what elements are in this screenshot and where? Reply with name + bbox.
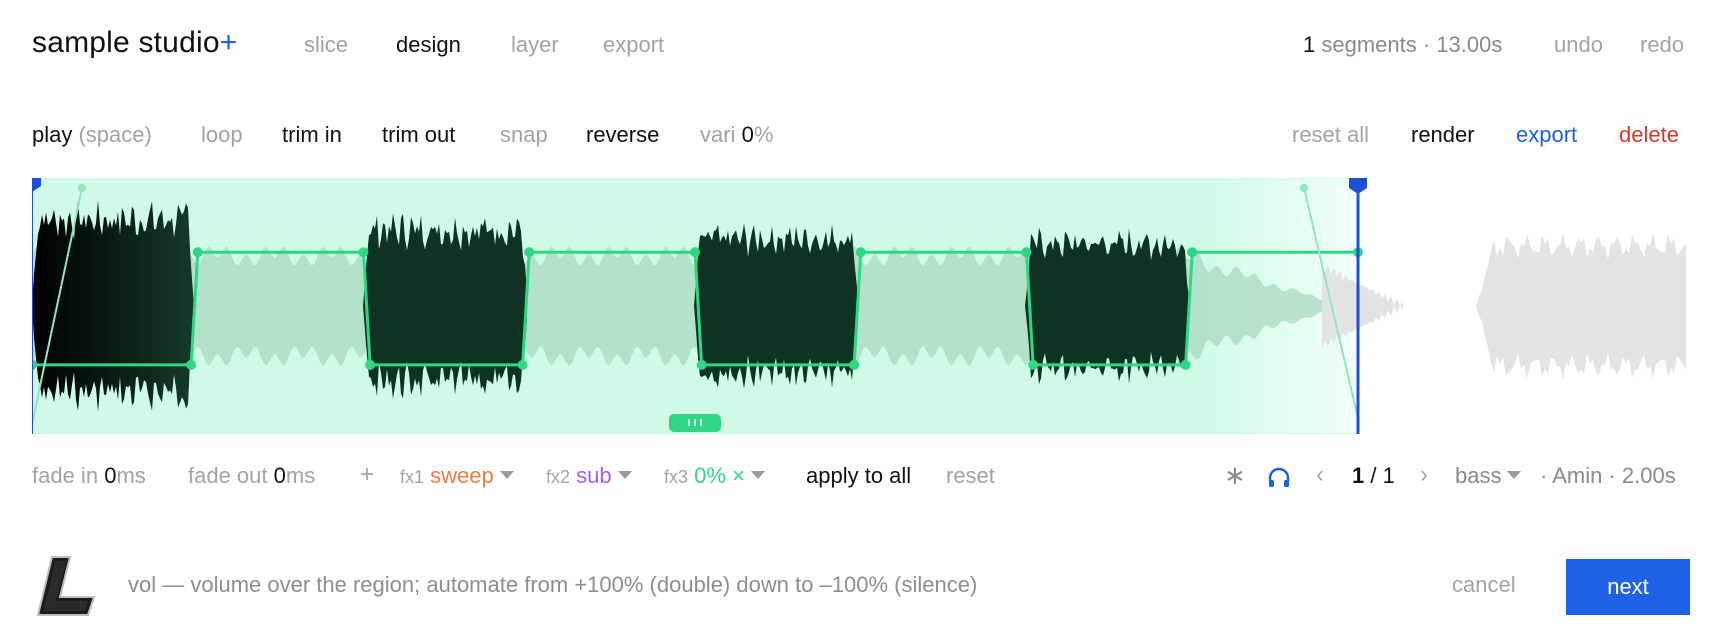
- fade-out-unit: ms: [285, 463, 316, 488]
- prev-page-button[interactable]: ‹: [1316, 461, 1324, 489]
- vari-value[interactable]: 0: [742, 122, 754, 147]
- envelope-point[interactable]: [517, 359, 528, 370]
- fx1-value: sweep: [430, 463, 494, 488]
- envelope-point[interactable]: [855, 247, 866, 258]
- trim-guide-point[interactable]: [1300, 184, 1308, 192]
- envelope-point[interactable]: [1187, 247, 1198, 258]
- instrument-select[interactable]: bass: [1455, 463, 1522, 489]
- segments-count: 1: [1303, 32, 1316, 57]
- fx1-label: fx1: [400, 467, 425, 487]
- headphones-icon[interactable]: [1267, 467, 1291, 489]
- logo: [32, 553, 100, 619]
- vari-unit: %: [753, 122, 774, 147]
- fade-in-label: fade in: [32, 463, 99, 488]
- trim-guide-point[interactable]: [78, 184, 86, 192]
- envelope-point[interactable]: [186, 359, 197, 370]
- envelope-point[interactable]: [1180, 359, 1191, 370]
- hint-text: vol — volume over the region; automate f…: [128, 572, 978, 597]
- envelope-point[interactable]: [1021, 247, 1032, 258]
- undo-button[interactable]: undo: [1554, 32, 1603, 58]
- envelope-point[interactable]: [192, 247, 203, 258]
- page-total: / 1: [1370, 463, 1395, 488]
- fade-in-control[interactable]: fade in 0ms: [32, 463, 146, 489]
- next-page-button[interactable]: ›: [1420, 461, 1428, 489]
- fade-out-value[interactable]: 0: [274, 463, 286, 488]
- apply-to-all-button[interactable]: apply to all: [806, 463, 911, 489]
- reset-all-button[interactable]: reset all: [1292, 122, 1369, 148]
- tab-layer[interactable]: layer: [511, 32, 559, 58]
- asterisk-icon[interactable]: ∗: [1224, 460, 1246, 491]
- envelope-point[interactable]: [358, 247, 369, 258]
- vari-label: vari: [700, 122, 736, 147]
- redo-button[interactable]: redo: [1640, 32, 1684, 58]
- fade-out-control[interactable]: fade out 0ms: [188, 463, 315, 489]
- page-indicator: 1 / 1: [1352, 463, 1395, 489]
- brand-name: sample studio: [32, 26, 220, 59]
- render-button[interactable]: render: [1411, 122, 1475, 148]
- waveform-canvas[interactable]: [32, 178, 1688, 434]
- fx3-value: 0%: [694, 463, 726, 488]
- trim-out-button[interactable]: trim out: [382, 122, 455, 148]
- envelope-point[interactable]: [1028, 359, 1039, 370]
- delete-button[interactable]: delete: [1619, 122, 1679, 148]
- tab-design[interactable]: design: [396, 32, 461, 58]
- ghost-waveform-next: [1476, 232, 1686, 380]
- segments-duration: segments · 13.00s: [1321, 32, 1503, 57]
- tab-export[interactable]: export: [603, 32, 664, 58]
- waveform-editor[interactable]: [32, 178, 1688, 434]
- envelope-point[interactable]: [365, 359, 376, 370]
- segments-info: 1 segments · 13.00s: [1303, 32, 1502, 58]
- play-button[interactable]: play (space): [32, 122, 152, 148]
- ghost-tail: [1322, 262, 1403, 350]
- play-label: play: [32, 122, 73, 147]
- chevron-down-icon: [617, 471, 632, 480]
- fx3-label: fx3: [664, 467, 689, 487]
- brand-plus: +: [219, 26, 238, 59]
- chevron-down-icon: [499, 471, 514, 480]
- next-button[interactable]: next: [1566, 559, 1690, 615]
- loop-button[interactable]: loop: [201, 122, 243, 148]
- envelope-point[interactable]: [690, 247, 700, 258]
- cancel-button[interactable]: cancel: [1452, 572, 1516, 598]
- reset-button[interactable]: reset: [946, 463, 995, 489]
- vari-control[interactable]: vari 0%: [700, 122, 773, 148]
- fx3-select[interactable]: fx3 0% ×: [664, 463, 765, 489]
- fx1-select[interactable]: fx1 sweep: [400, 463, 514, 489]
- fx3-clear-button[interactable]: ×: [732, 463, 745, 488]
- tab-slice[interactable]: slice: [304, 32, 348, 58]
- snap-button[interactable]: snap: [500, 122, 548, 148]
- sample-info: · Amin · 2.00s: [1540, 463, 1676, 488]
- export-button[interactable]: export: [1516, 122, 1577, 148]
- fx2-select[interactable]: fx2 sub: [546, 463, 632, 489]
- add-fx-button[interactable]: +: [360, 461, 374, 489]
- instrument-value: bass: [1455, 463, 1502, 488]
- chevron-down-icon: [750, 471, 765, 480]
- envelope-point[interactable]: [524, 247, 535, 258]
- reverse-button[interactable]: reverse: [586, 122, 659, 148]
- page-current: 1: [1352, 463, 1365, 488]
- fade-in-value[interactable]: 0: [104, 463, 116, 488]
- chevron-down-icon: [1507, 471, 1522, 480]
- envelope-point[interactable]: [849, 359, 860, 370]
- app-title: sample studio+: [32, 26, 237, 60]
- ghost-waveform: [1322, 232, 1686, 380]
- fx2-label: fx2: [546, 467, 571, 487]
- burst-2: [363, 213, 527, 399]
- grip-handle-icon: [669, 414, 721, 432]
- fade-in-unit: ms: [116, 463, 146, 488]
- fx2-value: sub: [576, 463, 612, 488]
- trim-in-button[interactable]: trim in: [282, 122, 342, 148]
- fade-out-label: fade out: [188, 463, 268, 488]
- envelope-point[interactable]: [696, 359, 707, 370]
- play-shortcut-hint: (space): [78, 122, 152, 147]
